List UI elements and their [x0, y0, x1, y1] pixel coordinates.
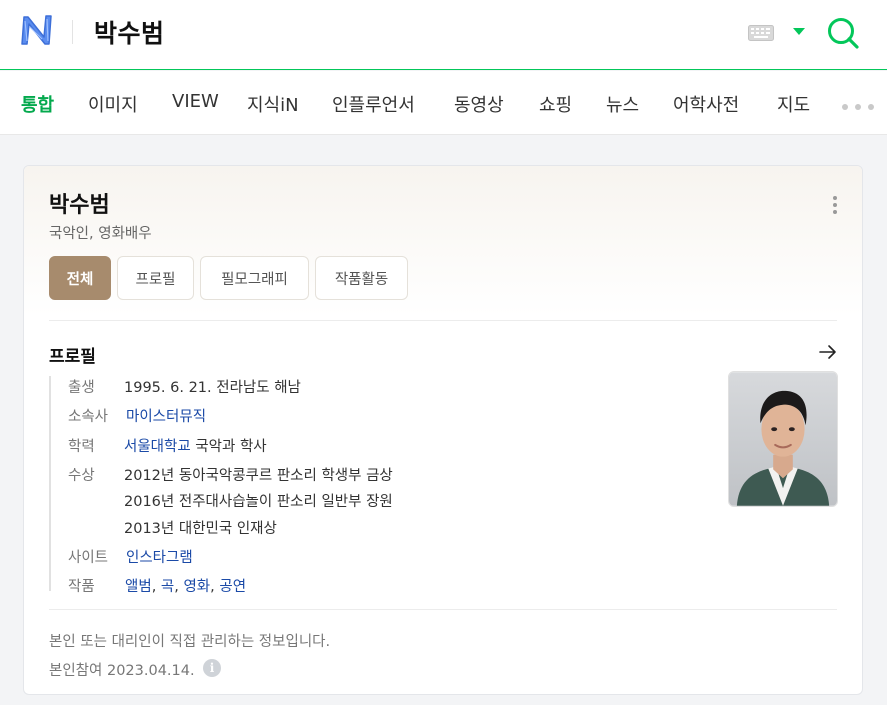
arrow-right-icon[interactable]: [819, 344, 837, 360]
tab-integrated[interactable]: 통합: [21, 91, 54, 117]
more-icon[interactable]: [842, 104, 874, 110]
row-key-education: 학력: [68, 439, 95, 455]
section-title[interactable]: 프로필: [49, 342, 96, 367]
segment-filmography[interactable]: 필모그래피: [200, 256, 309, 300]
divider: [49, 609, 837, 610]
tab-news[interactable]: 뉴스: [606, 91, 639, 117]
tab-view[interactable]: VIEW: [172, 91, 219, 112]
tab-map[interactable]: 지도: [777, 91, 810, 117]
kebab-icon[interactable]: [832, 196, 838, 214]
profile-subtitle: 국악인, 영화배우: [49, 226, 152, 242]
naver-logo[interactable]: [18, 13, 56, 47]
row-key-agency: 소속사: [68, 409, 109, 425]
works-link-performance[interactable]: 공연: [219, 579, 246, 595]
instagram-link[interactable]: 인스타그램: [126, 546, 193, 567]
tab-video[interactable]: 동영상: [454, 91, 504, 117]
keyboard-icon[interactable]: [748, 25, 774, 41]
tab-dictionary[interactable]: 어학사전: [673, 91, 739, 117]
row-key-birth: 출생: [68, 380, 95, 396]
award-item: 2013년 대한민국 인재상: [124, 521, 277, 537]
agency-link[interactable]: 마이스터뮤직: [126, 405, 206, 426]
works-link-album[interactable]: 앨범: [125, 579, 152, 595]
segment-profile[interactable]: 프로필: [117, 256, 194, 300]
works-link-song[interactable]: 곡: [161, 579, 174, 595]
segment-works[interactable]: 작품활동: [315, 256, 408, 300]
profile-card: 박수범 국악인, 영화배우 전체 프로필 필모그래피 작품활동 프로필 출생 1…: [23, 165, 863, 695]
caret-down-icon[interactable]: [793, 28, 805, 36]
school-link[interactable]: 서울대학교: [124, 439, 191, 455]
divider: [49, 320, 837, 321]
works-link-film[interactable]: 영화: [183, 579, 210, 595]
tab-shopping[interactable]: 쇼핑: [539, 91, 572, 117]
info-icon[interactable]: i: [203, 659, 221, 677]
education-detail: 국악과 학사: [190, 439, 267, 455]
row-value-education: 서울대학교 국악과 학사: [124, 435, 267, 456]
profile-name[interactable]: 박수범: [49, 187, 110, 219]
tab-images[interactable]: 이미지: [88, 91, 138, 117]
award-item: 2016년 전주대사습놀이 판소리 일반부 장원: [124, 494, 393, 510]
header-divider: [72, 20, 73, 44]
search-tabs: 통합 이미지 VIEW 지식iN 인플루언서 동영상 쇼핑 뉴스 어학사전 지도: [0, 71, 887, 135]
profile-photo[interactable]: [728, 371, 838, 507]
segment-all[interactable]: 전체: [49, 256, 111, 300]
tab-kin[interactable]: 지식iN: [247, 91, 299, 117]
tab-influencer[interactable]: 인플루언서: [332, 91, 415, 117]
ownership-notice: 본인 또는 대리인이 직접 관리하는 정보입니다.: [49, 634, 331, 650]
search-header: 박수범: [0, 0, 887, 70]
info-left-border: [49, 376, 51, 591]
row-key-site: 사이트: [68, 550, 109, 566]
award-item: 2012년 동아국악콩쿠르 판소리 학생부 금상: [124, 468, 393, 484]
search-query[interactable]: 박수범: [94, 14, 165, 50]
row-key-awards: 수상: [68, 468, 95, 484]
search-icon[interactable]: [826, 16, 860, 50]
row-key-works: 작품: [68, 579, 95, 595]
row-value-birth: 1995. 6. 21. 전라남도 해남: [124, 380, 301, 396]
verified-date: 본인참여 2023.04.14.: [49, 663, 195, 679]
works-links: 앨범, 곡, 영화, 공연: [125, 579, 247, 595]
